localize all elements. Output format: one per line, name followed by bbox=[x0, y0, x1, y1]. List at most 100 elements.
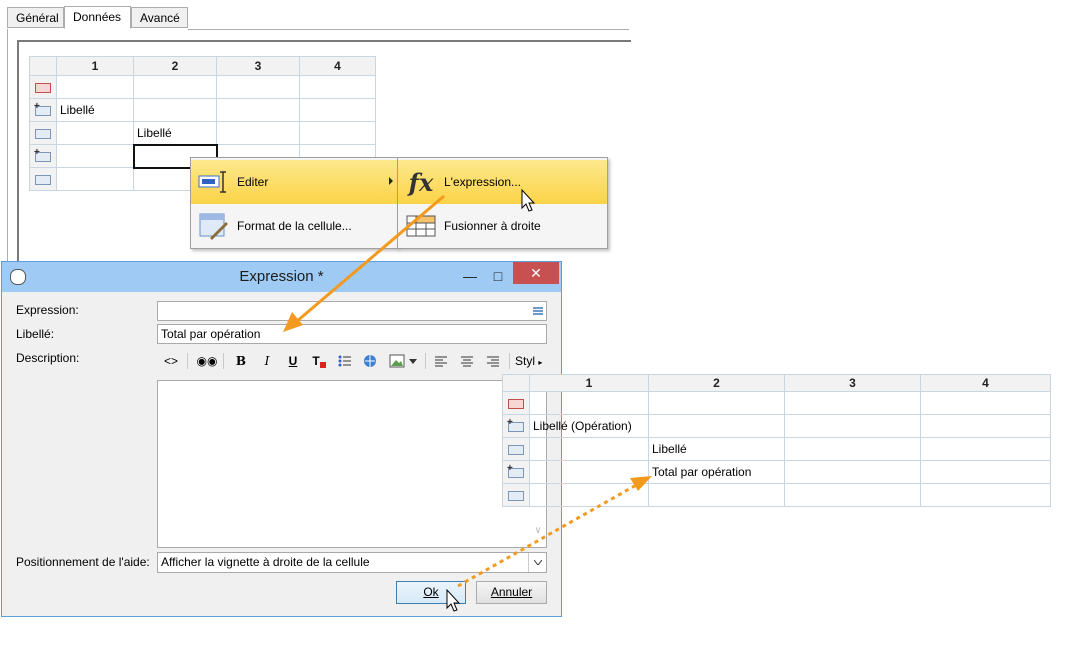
table-cell[interactable] bbox=[920, 391, 1051, 415]
source-code-icon[interactable]: <> bbox=[161, 351, 181, 371]
description-editor[interactable]: ∨ bbox=[157, 380, 547, 548]
row-header-icon[interactable] bbox=[29, 75, 57, 99]
menu-item-label: Fusionner à droite bbox=[444, 219, 541, 233]
format-cell-icon bbox=[197, 211, 231, 241]
chevron-down-icon[interactable] bbox=[407, 351, 419, 371]
table-cell[interactable] bbox=[299, 121, 376, 145]
menu-item-fusionner[interactable]: Fusionner à droite bbox=[398, 204, 607, 248]
table-cell[interactable] bbox=[216, 98, 300, 122]
table-cell[interactable] bbox=[56, 121, 134, 145]
menu-item-label: L'expression... bbox=[444, 175, 521, 189]
table-cell[interactable] bbox=[648, 414, 785, 438]
italic-icon[interactable]: I bbox=[257, 351, 277, 371]
table-cell-libelle[interactable]: Libellé bbox=[133, 121, 217, 145]
table-cell[interactable] bbox=[133, 75, 217, 99]
align-center-icon[interactable] bbox=[457, 351, 477, 371]
context-menu: Editer Format de la cellule... bbox=[190, 157, 398, 249]
underline-icon[interactable]: U bbox=[283, 351, 303, 371]
table-cell[interactable] bbox=[784, 460, 921, 484]
table-cell-total[interactable]: Total par opération bbox=[648, 460, 785, 484]
align-right-icon[interactable] bbox=[483, 351, 503, 371]
insert-image-icon[interactable] bbox=[387, 351, 407, 371]
position-select[interactable]: Afficher la vignette à droite de la cell… bbox=[157, 552, 547, 573]
text-color-icon[interactable]: T bbox=[309, 351, 329, 371]
table-cell[interactable] bbox=[529, 460, 649, 484]
table-cell[interactable] bbox=[56, 75, 134, 99]
cancel-button[interactable]: Annuler bbox=[476, 581, 547, 604]
description-label: Description: bbox=[16, 351, 80, 365]
table-cell[interactable] bbox=[920, 460, 1051, 484]
row-header-icon[interactable] bbox=[502, 414, 530, 438]
table-cell-libelle-operation[interactable]: Libellé (Opération) bbox=[529, 414, 649, 438]
style-dropdown[interactable]: Styl ▸ bbox=[515, 354, 542, 368]
libelle-field[interactable]: Total par opération bbox=[157, 324, 547, 344]
chevron-down-icon[interactable] bbox=[528, 553, 546, 572]
row-header-icon[interactable] bbox=[29, 144, 57, 168]
table-cell[interactable] bbox=[299, 98, 376, 122]
bold-icon[interactable]: B bbox=[231, 351, 251, 371]
table-cell[interactable] bbox=[920, 437, 1051, 461]
column-header-2[interactable]: 2 bbox=[133, 56, 217, 76]
column-header-2[interactable]: 2 bbox=[648, 374, 785, 392]
expression-dialog: Expression * — □ ✕ Expression: Libellé: … bbox=[1, 261, 562, 617]
table-cell[interactable] bbox=[56, 167, 134, 191]
column-header-3[interactable]: 3 bbox=[216, 56, 300, 76]
merge-right-icon bbox=[404, 211, 438, 241]
table-cell[interactable] bbox=[920, 414, 1051, 438]
scroll-down-icon[interactable]: ∨ bbox=[531, 525, 545, 539]
table-cell[interactable] bbox=[216, 121, 300, 145]
menu-item-editer[interactable]: Editer bbox=[191, 160, 397, 204]
column-header-1[interactable]: 1 bbox=[529, 374, 649, 392]
menu-item-format-cellule[interactable]: Format de la cellule... bbox=[191, 204, 397, 248]
close-icon[interactable]: ✕ bbox=[513, 262, 559, 284]
row-header-icon[interactable] bbox=[502, 460, 530, 484]
table-cell[interactable] bbox=[648, 391, 785, 415]
row-header-icon[interactable] bbox=[29, 121, 57, 145]
minimize-icon[interactable]: — bbox=[457, 264, 483, 288]
align-left-icon[interactable] bbox=[431, 351, 451, 371]
menu-item-expression[interactable]: fx L'expression... bbox=[398, 160, 607, 204]
row-header-icon[interactable] bbox=[502, 391, 530, 415]
rich-text-toolbar: <> ◉◉ B I U T Styl ▸ bbox=[159, 351, 549, 373]
result-table-grid: 1 2 3 4 Libellé (Opération) Libellé Tota… bbox=[502, 374, 1051, 507]
column-header-4[interactable]: 4 bbox=[299, 56, 376, 76]
table-cell[interactable] bbox=[784, 414, 921, 438]
column-header-4[interactable]: 4 bbox=[920, 374, 1051, 392]
table-cell[interactable] bbox=[216, 75, 300, 99]
insert-link-icon[interactable] bbox=[361, 351, 381, 371]
table-cell[interactable] bbox=[529, 437, 649, 461]
table-cell[interactable] bbox=[529, 391, 649, 415]
row-header-icon[interactable] bbox=[29, 98, 57, 122]
table-cell[interactable] bbox=[784, 437, 921, 461]
row-header-icon[interactable] bbox=[502, 437, 530, 461]
row-header-icon[interactable] bbox=[502, 483, 530, 507]
table-cell[interactable] bbox=[299, 75, 376, 99]
tab-general[interactable]: Général bbox=[7, 7, 64, 28]
tab-avance[interactable]: Avancé bbox=[131, 7, 188, 28]
expression-builder-icon[interactable] bbox=[530, 302, 546, 320]
menu-item-label: Format de la cellule... bbox=[237, 219, 352, 233]
table-cell[interactable] bbox=[784, 483, 921, 507]
edit-text-icon bbox=[197, 167, 231, 197]
column-header-3[interactable]: 3 bbox=[784, 374, 921, 392]
libelle-label: Libellé: bbox=[16, 327, 55, 341]
expression-field[interactable] bbox=[157, 301, 547, 321]
ok-button[interactable]: Ok bbox=[396, 581, 466, 604]
table-cell[interactable] bbox=[784, 391, 921, 415]
tab-donnees[interactable]: Données bbox=[64, 6, 131, 29]
row-header-icon[interactable] bbox=[29, 167, 57, 191]
column-header-1[interactable]: 1 bbox=[56, 56, 134, 76]
table-cell-libelle[interactable]: Libellé bbox=[648, 437, 785, 461]
table-cell[interactable] bbox=[920, 483, 1051, 507]
table-cell[interactable] bbox=[133, 98, 217, 122]
table-cell[interactable] bbox=[529, 483, 649, 507]
find-binoculars-icon[interactable]: ◉◉ bbox=[197, 351, 218, 371]
bullet-list-icon[interactable] bbox=[335, 351, 355, 371]
table-cell-libelle-operation[interactable]: Libellé bbox=[56, 98, 134, 122]
maximize-icon[interactable]: □ bbox=[485, 264, 511, 288]
table-cell[interactable] bbox=[56, 144, 134, 168]
table-cell[interactable] bbox=[648, 483, 785, 507]
expression-label: Expression: bbox=[16, 303, 79, 317]
submenu: fx L'expression... Fusionner à droite bbox=[397, 157, 608, 249]
position-label: Positionnement de l'aide: bbox=[16, 555, 150, 569]
